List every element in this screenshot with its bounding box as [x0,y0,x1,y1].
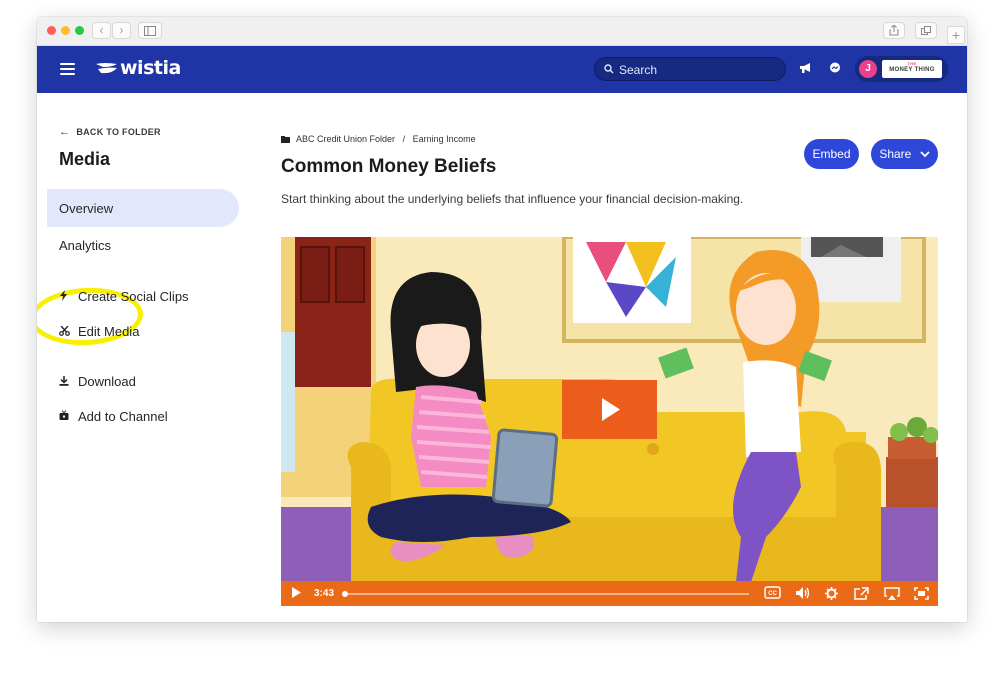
avatar: J [859,60,877,78]
breadcrumb-folder-link[interactable]: ABC Credit Union Folder [296,134,395,144]
sidebar-item-label: Analytics [59,238,112,253]
maximize-window-button[interactable] [75,26,84,35]
minimize-window-button[interactable] [61,26,70,35]
sidebar-item-analytics[interactable]: Analytics [59,238,111,253]
search-icon [604,64,614,74]
account-menu[interactable]: J THE MONEY THING [855,56,948,82]
video-progress-track[interactable] [342,591,749,597]
logo-text: wistia [120,57,181,79]
search-placeholder: Search [619,63,658,77]
fullscreen-icon[interactable] [914,587,929,603]
wistia-logo[interactable]: wistia [95,57,181,79]
sidebar-item-label: Download [78,374,136,389]
share-button-label: Share [879,147,912,161]
sidebar-item-overview[interactable]: Overview [59,201,113,216]
video-control-bar: 3:43 CC [281,581,938,606]
download-icon [59,376,73,389]
chevron-left-icon[interactable]: ‹ [92,22,111,39]
menu-icon[interactable] [60,63,75,75]
folder-icon [281,134,296,144]
back-label: BACK TO FOLDER [76,127,161,137]
sidebar-item-label: Overview [59,201,114,216]
sidebar: ← BACK TO FOLDER Media Overview Analytics… [37,93,257,622]
sidebar-item-add-to-channel[interactable]: Add to Channel [59,409,168,424]
media-description: Start thinking about the underlying beli… [281,192,744,206]
breadcrumb: ABC Credit Union Folder / Earning Income [281,134,476,144]
main-content: ABC Credit Union Folder / Earning Income… [281,93,967,622]
video-progress-handle[interactable] [342,591,348,597]
video-time: 3:43 [314,588,335,599]
scissors-icon [59,325,73,339]
close-window-button[interactable] [47,26,56,35]
sidebar-title: Media [59,149,111,169]
brand-name-text: MONEY THING [889,67,935,73]
arrow-left-icon: ← [59,126,71,138]
sidebar-item-create-social-clips[interactable]: Create Social Clips [59,289,189,304]
chevron-down-icon [920,151,930,158]
tabs-icon[interactable] [915,22,937,39]
new-tab-icon[interactable]: + [947,26,965,44]
video-player[interactable]: 3:43 CC [281,237,938,606]
settings-gear-icon[interactable] [825,587,838,603]
sidebar-item-download[interactable]: Download [59,374,136,389]
sidebar-toggle-icon[interactable] [138,22,162,39]
play-icon[interactable] [292,587,301,601]
share-button[interactable]: Share [871,139,938,169]
sidebar-item-edit-media[interactable]: Edit Media [59,324,139,339]
volume-icon[interactable] [796,587,811,602]
browser-window: ‹ › + wistia Search J THE MONEY THING ← … [37,17,967,622]
megaphone-icon[interactable] [799,62,812,77]
sidebar-item-label: Add to Channel [78,409,168,424]
lightning-icon [59,290,73,304]
browser-toolbar: ‹ › + [37,17,967,46]
play-icon [602,398,620,421]
account-brand-logo: THE MONEY THING [882,60,942,78]
page-title: Common Money Beliefs [281,156,497,177]
app-header: wistia Search J THE MONEY THING [37,46,967,93]
captions-icon[interactable]: CC [764,586,781,602]
svg-text:CC: CC [768,591,777,597]
chevron-right-icon[interactable]: › [112,22,131,39]
airplay-icon[interactable] [884,587,900,603]
share-video-icon[interactable] [854,587,869,603]
sidebar-item-label: Create Social Clips [78,289,189,304]
sidebar-item-label: Edit Media [78,324,140,339]
breadcrumb-subfolder-link[interactable]: Earning Income [413,134,476,144]
embed-button[interactable]: Embed [804,139,859,169]
breadcrumb-separator: / [402,134,406,144]
messenger-icon[interactable] [829,62,841,77]
share-icon[interactable] [883,22,905,39]
back-to-folder-link[interactable]: ← BACK TO FOLDER [59,126,161,138]
play-button-large[interactable] [562,380,657,439]
search-input[interactable]: Search [594,57,786,81]
tv-icon [59,410,73,424]
